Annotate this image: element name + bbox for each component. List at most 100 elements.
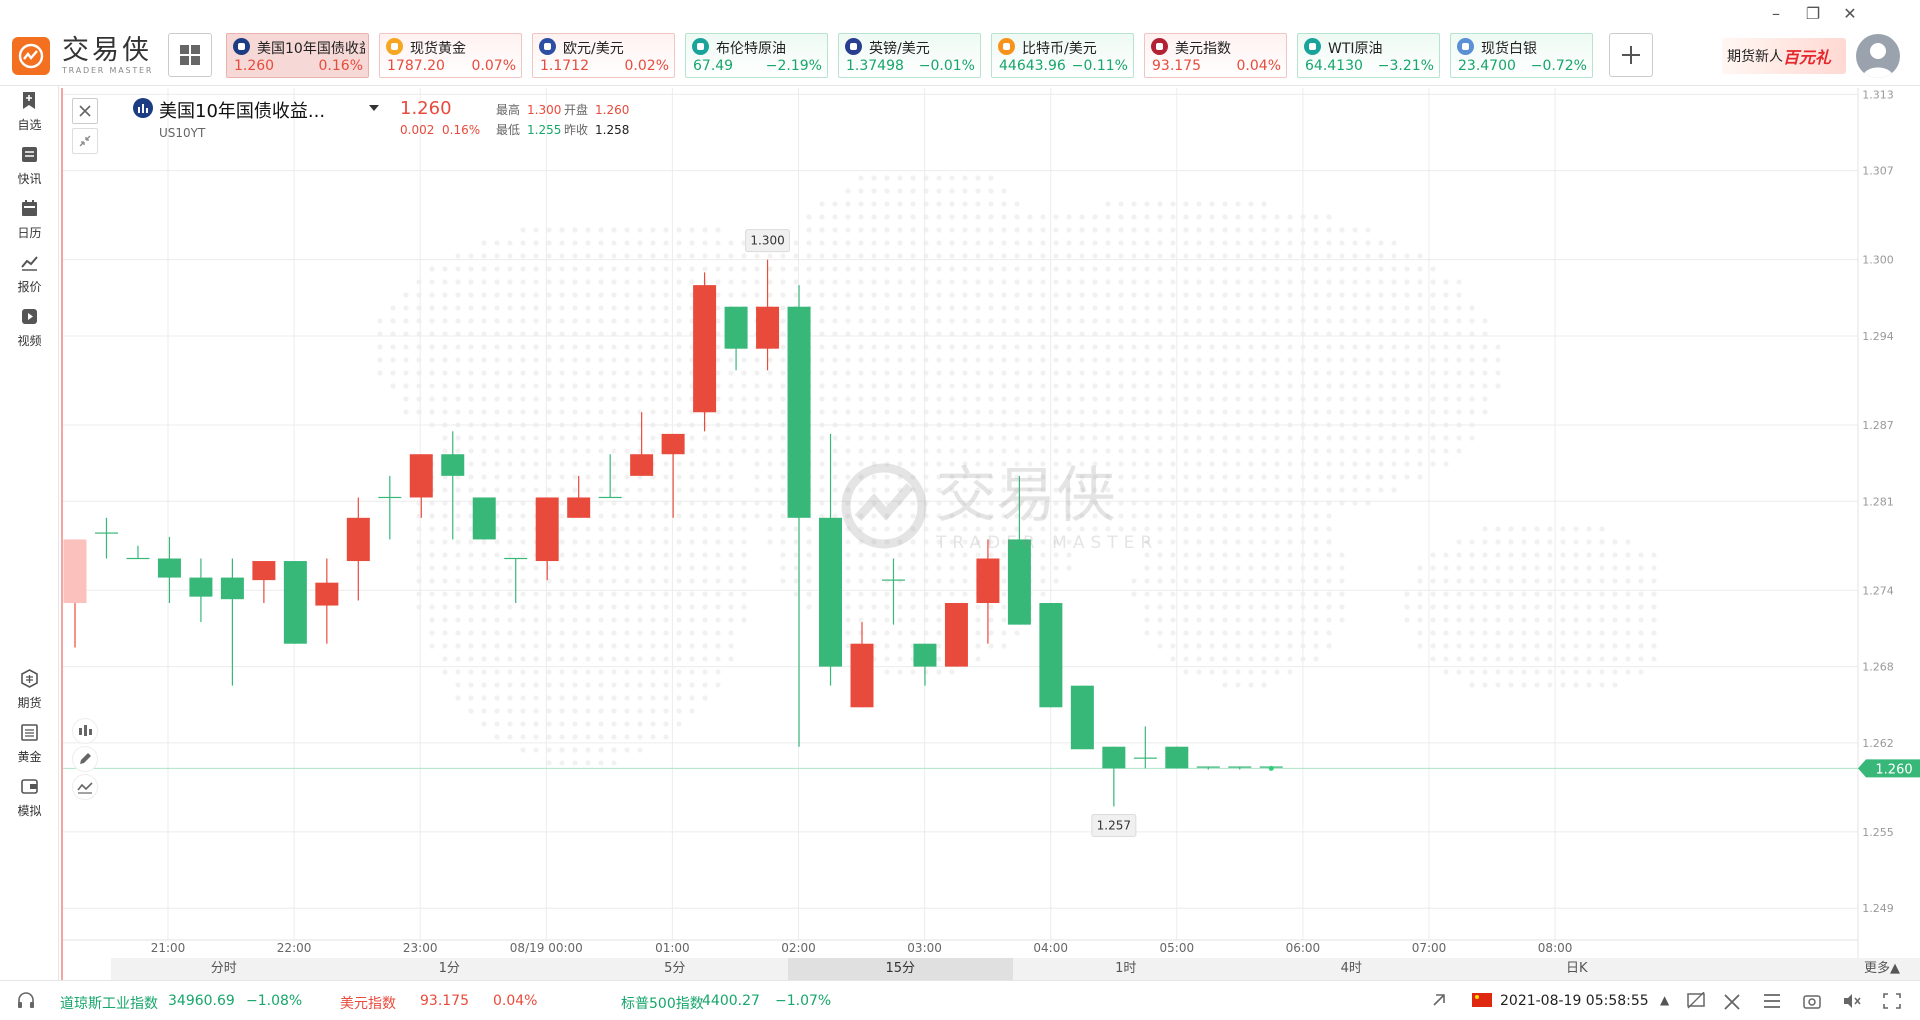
y-tick-label: 1.307	[1862, 165, 1894, 178]
candle-body	[504, 557, 528, 560]
candle-body	[157, 558, 181, 578]
timeframe-tab[interactable]: 分时	[111, 958, 337, 980]
status-ticker-name[interactable]: 道琼斯工业指数	[60, 993, 158, 1013]
quote-name: 布伦特原油	[716, 41, 786, 57]
ohlc-summary: 最高 1.300 开盘 1.260 最低 1.255 昨收 1.258	[496, 100, 629, 140]
low-label: 最低	[496, 123, 521, 137]
screen-icon[interactable]	[1686, 991, 1706, 1014]
sidebar-item[interactable]: 报价	[0, 240, 59, 298]
user-icon	[1862, 43, 1894, 78]
trend-line-icon	[77, 782, 93, 794]
fullscreen-icon[interactable]	[1882, 992, 1902, 1014]
layout-grid-button[interactable]	[168, 33, 212, 77]
add-quote-button[interactable]	[1609, 33, 1653, 77]
candle-body	[1228, 766, 1252, 768]
timeframe-tab[interactable]: 5分	[562, 958, 788, 980]
candle-body	[598, 496, 622, 499]
quote-tab[interactable]: 美元指数 93.175 0.04%	[1144, 33, 1287, 78]
sidebar-item[interactable]: 视频	[0, 294, 59, 352]
x-tick-label: 08/19 00:00	[510, 941, 583, 955]
indicator-tool-button[interactable]	[72, 718, 98, 744]
candle-body	[220, 577, 244, 600]
us-flag-icon	[1151, 38, 1168, 55]
timeframe-tab[interactable]: 日K	[1464, 958, 1690, 980]
candle-body	[944, 603, 968, 667]
clock-datetime: 2021-08-19 05:58:55	[1500, 993, 1649, 1009]
chart-panel: 1.313 1.307 1.300 1.294 1.287 1.281 1.274 1.268…	[61, 88, 1920, 980]
minimize-button[interactable]: –	[1766, 4, 1786, 23]
sync-icon[interactable]	[1430, 991, 1450, 1015]
timeframe-tab[interactable]: 1时	[1013, 958, 1239, 980]
quote-tab[interactable]: 比特币/美元 44643.96 −0.11%	[991, 33, 1134, 78]
trend-tool-button[interactable]	[72, 774, 98, 800]
low-value: 1.255	[527, 123, 562, 137]
mute-icon[interactable]	[1842, 992, 1862, 1014]
quote-tab[interactable]: 现货白银 23.4700 −0.72%	[1450, 33, 1593, 78]
eu-us-flag-icon	[539, 38, 556, 55]
candlestick-chart[interactable]: 1.313 1.307 1.300 1.294 1.287 1.281 1.274 1.268…	[63, 88, 1920, 958]
quote-tab[interactable]: 现货黄金 1787.20 0.07%	[379, 33, 522, 78]
quote-price: 1787.20	[387, 58, 445, 74]
status-bar: 道琼斯工业指数 34960.69 −1.08% 美元指数 93.175 0.04% 标普50…	[0, 980, 1920, 1020]
timeframe-tab[interactable]: 4时	[1239, 958, 1465, 980]
close-window-button[interactable]: ✕	[1840, 4, 1860, 23]
candle-body	[346, 517, 370, 562]
uk-us-flag-icon	[845, 38, 862, 55]
quote-price: 67.49	[693, 58, 734, 74]
y-tick-label: 1.294	[1862, 330, 1894, 343]
candle-body	[1039, 603, 1063, 708]
candle-body	[693, 285, 717, 413]
world-map-background	[377, 175, 1657, 766]
status-ticker-price: 93.175	[420, 993, 469, 1009]
maximize-button[interactable]: ❐	[1803, 4, 1823, 23]
sidebar-item[interactable]: 日历	[0, 186, 59, 244]
user-avatar[interactable]	[1856, 34, 1900, 78]
quote-price: 1.260	[234, 58, 275, 74]
more-timeframes-button[interactable]: 更多▲	[1864, 958, 1900, 980]
sidebar-item[interactable]: 黄金	[0, 710, 59, 768]
candle-body	[535, 497, 559, 562]
timeframe-tab[interactable]: 1分	[337, 958, 563, 980]
treasury-bars-icon	[133, 98, 153, 118]
x-tick-label: 01:00	[655, 941, 690, 955]
timeframe-tab[interactable]: 15分	[787, 958, 1013, 980]
quote-tab[interactable]: WTI原油 64.4130 −3.21%	[1297, 33, 1440, 78]
instrument-title[interactable]: 美国10年国债收益...	[159, 97, 325, 123]
quote-tab[interactable]: 英镑/美元 1.37498 −0.01%	[838, 33, 981, 78]
close-chart-button[interactable]	[72, 98, 98, 124]
quote-name: 现货白银	[1481, 41, 1537, 57]
candle-body	[1102, 746, 1126, 769]
status-ticker-name[interactable]: 标普500指数	[621, 993, 704, 1013]
trend-icon	[21, 256, 38, 271]
quote-tab[interactable]: 布伦特原油 67.49 −2.19%	[685, 33, 828, 78]
camera-icon[interactable]	[1802, 992, 1822, 1014]
instrument-dropdown-icon[interactable]	[369, 105, 379, 111]
quote-tab[interactable]: 美国10年国债收益率1.260 0.16%	[226, 33, 369, 78]
futures-icon	[21, 669, 38, 688]
silver-icon	[1457, 38, 1474, 55]
sidebar-item[interactable]: 期货	[0, 656, 59, 714]
sidebar-item[interactable]: 快讯	[0, 132, 59, 190]
expand-icon[interactable]: ▲	[1660, 993, 1669, 1007]
promo-banner[interactable]: 期货新人 百元礼	[1722, 38, 1846, 74]
status-ticker-name[interactable]: 美元指数	[340, 993, 396, 1013]
shrink-chart-button[interactable]	[72, 128, 98, 154]
y-tick-label: 1.268	[1862, 661, 1894, 674]
app-logo[interactable]: 交易侠 TRADER MASTER	[12, 36, 153, 76]
tools-icon[interactable]	[1722, 992, 1742, 1014]
calendar-icon	[22, 200, 37, 216]
candle-body	[913, 643, 937, 667]
sidebar-item[interactable]: 自选	[0, 78, 59, 136]
quote-tab[interactable]: 欧元/美元 1.1712 0.02%	[532, 33, 675, 78]
left-sidebar: 自选 快讯 日历 报价 视频 期货 黄金 模拟	[0, 86, 59, 980]
draw-tool-button[interactable]	[72, 746, 98, 772]
quote-price: 44643.96	[999, 58, 1066, 74]
menu-icon[interactable]	[1762, 992, 1782, 1014]
quote-change: 0.02%	[624, 58, 669, 74]
oil-barrel-icon	[1304, 38, 1321, 55]
candle-body	[1007, 539, 1031, 625]
sidebar-item[interactable]: 模拟	[0, 764, 59, 822]
quote-price: 1.1712	[540, 58, 589, 74]
sidebar-item-label: 报价	[17, 280, 42, 294]
headset-icon[interactable]	[16, 991, 36, 1015]
